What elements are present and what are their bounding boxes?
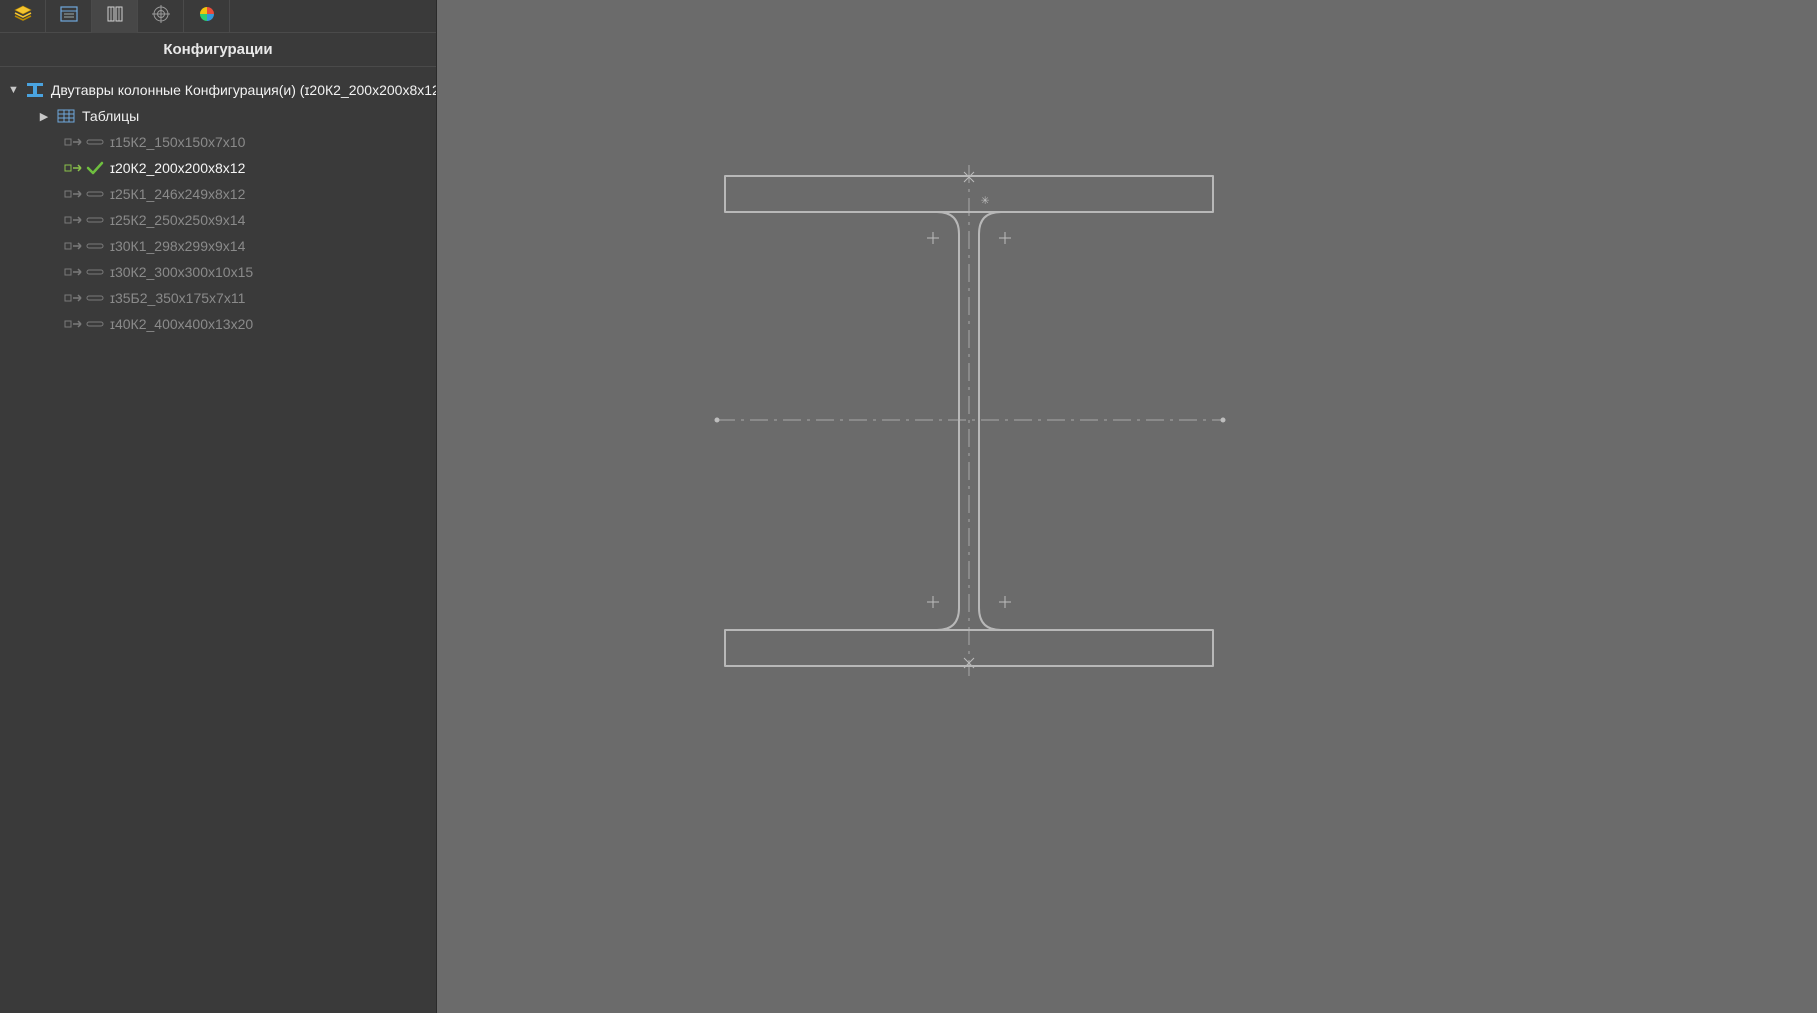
config-glyph-icon [64,213,82,227]
config-glyph-icon [64,135,82,149]
config-row[interactable]: ɪ15К2_150х150х7х10 [0,129,436,155]
table-icon [56,107,76,125]
config-row[interactable]: ɪ25К2_250х250х9х14 [0,207,436,233]
checkmark-icon [86,161,104,175]
expander-tables[interactable]: ▶ [38,110,50,123]
tab-layers[interactable] [0,0,46,33]
tab-configurations[interactable] [92,0,138,33]
tab-properties[interactable] [46,0,92,33]
app-root: Конфигурации ▼ Двутавры колонные Конфигу… [0,0,1817,1013]
config-tree: ▼ Двутавры колонные Конфигурация(и) (ɪ20… [0,67,436,337]
config-label: ɪ30К2_300х300х10х15 [110,264,253,280]
tab-appearance[interactable] [184,0,230,33]
config-row[interactable]: ɪ40К2_400х400х13х20 [0,311,436,337]
svg-text:✳: ✳ [981,192,990,208]
config-row[interactable]: ɪ20К2_200х200х8х12 [0,155,436,181]
config-glyph-icon [64,187,82,201]
target-icon [151,4,171,29]
properties-icon [59,4,79,29]
config-label: ɪ40К2_400х400х13х20 [110,316,253,332]
config-bar-icon [86,239,104,253]
config-label: ɪ25К2_250х250х9х14 [110,212,245,228]
config-row[interactable]: ɪ25К1_246х249х8х12 [0,181,436,207]
panel-title: Конфигурации [0,33,436,67]
config-bar-icon [86,213,104,227]
expander-root[interactable]: ▼ [8,84,19,96]
config-bar-icon [86,317,104,331]
config-label: ɪ30К1_298х299х9х14 [110,238,245,254]
drawing-canvas[interactable]: ✳ [437,0,1817,1013]
tree-tables-row[interactable]: ▶ Таблицы [0,103,436,129]
config-glyph-icon [64,291,82,305]
config-bar-icon [86,187,104,201]
config-row[interactable]: ɪ35Б2_350х175х7х11 [0,285,436,311]
tree-root-label: Двутавры колонные Конфигурация(и) (ɪ20К2… [51,82,437,98]
tab-strip [0,0,436,33]
appearance-icon [197,4,217,29]
config-glyph-icon [64,265,82,279]
ibeam-icon [25,81,45,99]
config-bar-icon [86,291,104,305]
config-glyph-icon [64,161,82,175]
config-label: ɪ25К1_246х249х8х12 [110,186,245,202]
side-panel: Конфигурации ▼ Двутавры колонные Конфигу… [0,0,437,1013]
configurations-icon [105,4,125,29]
config-label: ɪ35Б2_350х175х7х11 [110,290,245,306]
config-row[interactable]: ɪ30К2_300х300х10х15 [0,259,436,285]
config-glyph-icon [64,239,82,253]
config-row[interactable]: ɪ30К1_298х299х9х14 [0,233,436,259]
tree-root-row[interactable]: ▼ Двутавры колонные Конфигурация(и) (ɪ20… [0,77,436,103]
config-label: ɪ20К2_200х200х8х12 [110,160,245,176]
config-label: ɪ15К2_150х150х7х10 [110,134,245,150]
ibeam-sketch: ✳ [437,0,1817,1013]
layers-icon [13,4,33,29]
config-bar-icon [86,265,104,279]
tree-tables-label: Таблицы [82,108,139,124]
tab-target[interactable] [138,0,184,33]
config-bar-icon [86,135,104,149]
config-glyph-icon [64,317,82,331]
